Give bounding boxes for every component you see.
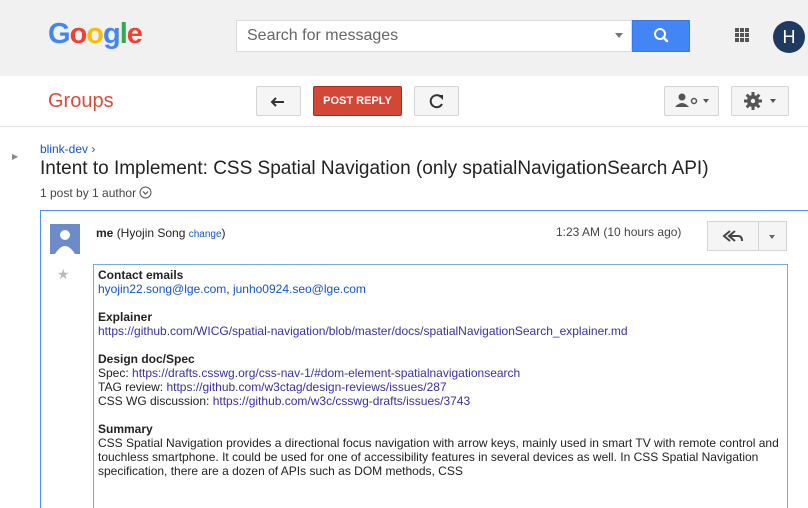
summary-heading: Summary	[98, 422, 153, 436]
reply-all-icon	[722, 230, 743, 242]
author-close: )	[221, 226, 226, 240]
author-me: me	[96, 226, 114, 240]
account-avatar[interactable]: H	[773, 21, 805, 53]
explainer-section: Explainer https://github.com/WICG/spatia…	[98, 310, 783, 338]
member-settings-button[interactable]	[664, 86, 719, 116]
chevron-down-icon	[769, 235, 775, 239]
explainer-heading: Explainer	[98, 310, 153, 324]
expand-circle-icon[interactable]	[139, 186, 152, 199]
tag-review-link[interactable]: https://github.com/w3ctag/design-reviews…	[166, 380, 446, 394]
gear-icon	[744, 92, 776, 110]
contact-email-link[interactable]: junho0924.seo@lge.com	[233, 282, 366, 296]
logo-letter: g	[103, 18, 121, 50]
author-name: (Hyojin Song	[116, 226, 186, 240]
tag-label: TAG review:	[98, 380, 167, 394]
contact-separator: ,	[226, 282, 233, 296]
more-actions-button[interactable]	[758, 221, 787, 251]
post-count-text: 1 post by 1 author	[40, 186, 137, 200]
logo-letter: G	[48, 18, 71, 50]
settings-button[interactable]	[731, 86, 789, 116]
search-icon	[654, 28, 669, 43]
csswg-link[interactable]: https://github.com/w3c/csswg-drafts/issu…	[213, 394, 470, 408]
refresh-icon	[429, 94, 443, 109]
csswg-label: CSS WG discussion:	[98, 394, 213, 408]
search-button[interactable]	[632, 20, 690, 52]
contact-heading: Contact emails	[98, 268, 184, 282]
avatar-icon	[50, 224, 80, 254]
expand-sidebar-icon[interactable]: ▶	[12, 152, 18, 161]
spec-label: Spec:	[98, 366, 133, 380]
apps-icon[interactable]	[735, 28, 749, 42]
message-body: Contact emails hyojin22.song@lge.com, ju…	[93, 264, 788, 508]
divider	[0, 126, 808, 127]
summary-section: Summary CSS Spatial Navigation provides …	[98, 422, 783, 478]
breadcrumb[interactable]: blink-dev ›	[40, 142, 95, 156]
contact-section: Contact emails hyojin22.song@lge.com, ju…	[98, 268, 783, 296]
search-box	[236, 20, 632, 52]
post-reply-button[interactable]: POST REPLY	[313, 86, 402, 116]
logo-letter: o	[69, 18, 88, 50]
thread-meta: 1 post by 1 author	[40, 186, 152, 200]
logo-letter: e	[126, 18, 143, 50]
message-time: 1:23 AM (10 hours ago)	[556, 225, 682, 239]
top-bar: Google H	[0, 0, 808, 76]
refresh-button[interactable]	[414, 86, 459, 116]
contact-email-link[interactable]: hyojin22.song@lge.com	[98, 282, 226, 296]
spec-link[interactable]: https://drafts.csswg.org/css-nav-1/#dom-…	[132, 366, 520, 380]
back-button[interactable]	[256, 86, 301, 116]
thread-title: Intent to Implement: CSS Spatial Navigat…	[40, 158, 709, 179]
design-heading: Design doc/Spec	[98, 352, 195, 366]
summary-text: CSS Spatial Navigation provides a direct…	[98, 436, 779, 478]
search-options-caret[interactable]	[615, 33, 623, 38]
explainer-link[interactable]: https://github.com/WICG/spatial-navigati…	[98, 324, 628, 338]
reply-all-button[interactable]	[707, 221, 759, 251]
message-author: me (Hyojin Song change)	[96, 226, 226, 240]
change-link[interactable]: change	[189, 229, 222, 240]
design-section: Design doc/Spec Spec: https://drafts.css…	[98, 352, 783, 408]
star-icon[interactable]: ★	[57, 266, 70, 283]
logo-letter: o	[86, 18, 104, 50]
search-input[interactable]	[237, 21, 597, 51]
people-settings-icon	[675, 93, 709, 107]
back-arrow-icon	[270, 97, 284, 107]
google-logo[interactable]: Google	[48, 18, 143, 51]
logo-letter: l	[119, 18, 128, 50]
section-title[interactable]: Groups	[48, 90, 114, 113]
